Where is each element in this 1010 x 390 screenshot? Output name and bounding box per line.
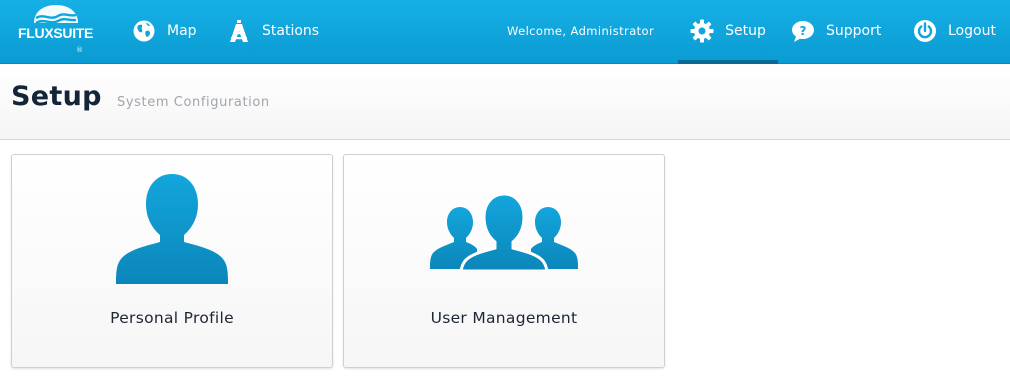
person-icon xyxy=(116,174,228,284)
power-icon xyxy=(913,19,937,43)
question-bubble-icon: ? xyxy=(791,19,815,43)
page-title: Setup xyxy=(11,81,102,112)
nav-map[interactable]: Map xyxy=(132,0,197,62)
page-header: Setup System Configuration xyxy=(0,64,1010,140)
page-subtitle: System Configuration xyxy=(117,95,270,110)
tower-icon xyxy=(227,19,251,43)
logo-text: FLUXSUITE xyxy=(18,25,94,41)
nav-setup[interactable]: Setup xyxy=(678,0,778,64)
top-navigation-bar: FLUXSUITE ® Map Stations Welcome, Admini… xyxy=(0,0,1010,64)
personal-profile-label: Personal Profile xyxy=(110,309,234,327)
personal-profile-card[interactable]: Personal Profile xyxy=(11,154,333,368)
svg-text:?: ? xyxy=(800,24,807,38)
nav-logout[interactable]: Logout xyxy=(913,0,996,62)
user-management-card[interactable]: User Management xyxy=(343,154,665,368)
registered-mark: ® xyxy=(76,46,83,54)
nav-map-label: Map xyxy=(167,23,197,39)
nav-logout-label: Logout xyxy=(948,23,996,39)
globe-icon xyxy=(132,19,156,43)
welcome-text: Welcome, Administrator xyxy=(507,24,655,38)
gear-icon xyxy=(690,19,714,43)
nav-support[interactable]: ? Support xyxy=(791,0,881,62)
logo-wave-icon xyxy=(34,5,78,25)
nav-stations-label: Stations xyxy=(262,23,320,39)
fluxsuite-logo[interactable]: FLUXSUITE ® xyxy=(16,3,98,61)
nav-setup-label: Setup xyxy=(725,23,766,39)
user-management-label: User Management xyxy=(430,309,578,327)
nav-stations[interactable]: Stations xyxy=(227,0,319,62)
nav-support-label: Support xyxy=(826,23,882,39)
users-icon xyxy=(430,193,578,271)
